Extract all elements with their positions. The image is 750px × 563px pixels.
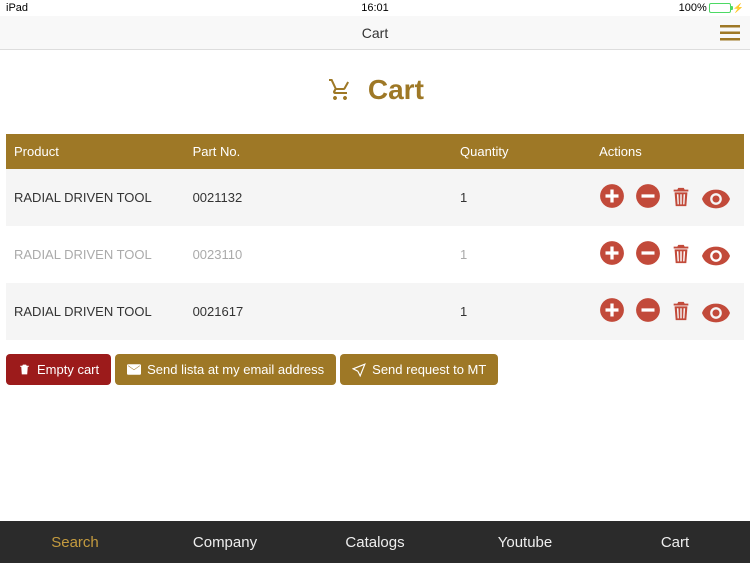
trash-icon	[670, 242, 692, 266]
th-actions: Actions	[591, 134, 744, 169]
tab-cart[interactable]: Cart	[600, 521, 750, 563]
page-title: Cart	[0, 74, 750, 106]
trash-icon	[670, 299, 692, 323]
tab-search-label: Search	[51, 534, 99, 551]
th-partno: Part No.	[185, 134, 452, 169]
view-button[interactable]	[702, 189, 730, 209]
tab-catalogs[interactable]: Catalogs	[300, 521, 450, 563]
menu-button[interactable]	[720, 25, 740, 41]
tab-search[interactable]: Search	[0, 521, 150, 563]
minus-circle-icon	[635, 240, 661, 266]
eye-icon	[702, 246, 730, 266]
table-row: RADIAL DRIVEN TOOL 0021132 1	[6, 169, 744, 226]
minus-circle-icon	[635, 297, 661, 323]
cell-partno: 0021617	[185, 283, 452, 340]
delete-button[interactable]	[670, 242, 692, 266]
device-label: iPad	[6, 2, 28, 14]
decrement-button[interactable]	[635, 183, 661, 209]
decrement-button[interactable]	[635, 240, 661, 266]
paper-plane-icon	[352, 363, 366, 377]
cell-actions	[591, 226, 744, 283]
delete-button[interactable]	[670, 299, 692, 323]
cell-quantity: 1	[452, 283, 591, 340]
th-product: Product	[6, 134, 185, 169]
cell-partno: 0021132	[185, 169, 452, 226]
delete-button[interactable]	[670, 185, 692, 209]
send-email-label: Send lista at my email address	[147, 362, 324, 377]
status-time: 16:01	[361, 2, 389, 14]
trash-icon	[670, 185, 692, 209]
cell-product: RADIAL DRIVEN TOOL	[6, 169, 185, 226]
empty-cart-label: Empty cart	[37, 362, 99, 377]
cell-quantity: 1	[452, 169, 591, 226]
empty-cart-button[interactable]: Empty cart	[6, 354, 111, 385]
table-header-row: Product Part No. Quantity Actions	[6, 134, 744, 169]
table-row: RADIAL DRIVEN TOOL 0021617 1	[6, 283, 744, 340]
send-email-button[interactable]: Send lista at my email address	[115, 354, 336, 385]
status-right: 100% ⚡	[679, 2, 744, 14]
cell-quantity: 1	[452, 226, 591, 283]
table-row: RADIAL DRIVEN TOOL 0023110 1	[6, 226, 744, 283]
tab-youtube[interactable]: Youtube	[450, 521, 600, 563]
cell-product: RADIAL DRIVEN TOOL	[6, 226, 185, 283]
battery-icon	[709, 3, 731, 13]
decrement-button[interactable]	[635, 297, 661, 323]
view-button[interactable]	[702, 246, 730, 266]
tab-company-label: Company	[193, 534, 257, 551]
view-button[interactable]	[702, 303, 730, 323]
plus-circle-icon	[599, 297, 625, 323]
send-mt-label: Send request to MT	[372, 362, 486, 377]
cart-icon	[326, 74, 362, 105]
page-title-text: Cart	[368, 74, 424, 105]
bottom-nav: Search Company Catalogs Youtube Cart	[0, 521, 750, 563]
eye-icon	[702, 303, 730, 323]
cell-product: RADIAL DRIVEN TOOL	[6, 283, 185, 340]
cell-actions	[591, 169, 744, 226]
cell-actions	[591, 283, 744, 340]
increment-button[interactable]	[599, 297, 625, 323]
envelope-icon	[127, 364, 141, 375]
increment-button[interactable]	[599, 183, 625, 209]
trash-icon	[18, 363, 31, 376]
nav-title: Cart	[362, 25, 388, 41]
button-row: Empty cart Send lista at my email addres…	[6, 354, 744, 385]
content: Cart Product Part No. Quantity Actions R…	[0, 50, 750, 521]
battery-percent: 100%	[679, 2, 707, 14]
hamburger-icon	[720, 25, 740, 41]
send-mt-button[interactable]: Send request to MT	[340, 354, 498, 385]
eye-icon	[702, 189, 730, 209]
increment-button[interactable]	[599, 240, 625, 266]
cell-partno: 0023110	[185, 226, 452, 283]
tab-company[interactable]: Company	[150, 521, 300, 563]
plus-circle-icon	[599, 183, 625, 209]
cart-table: Product Part No. Quantity Actions RADIAL…	[6, 134, 744, 340]
nav-bar: Cart	[0, 16, 750, 50]
tab-youtube-label: Youtube	[498, 534, 553, 551]
status-bar: iPad 16:01 100% ⚡	[0, 0, 750, 16]
th-quantity: Quantity	[452, 134, 591, 169]
tab-catalogs-label: Catalogs	[345, 534, 404, 551]
charging-icon: ⚡	[733, 3, 744, 14]
tab-cart-label: Cart	[661, 534, 689, 551]
plus-circle-icon	[599, 240, 625, 266]
minus-circle-icon	[635, 183, 661, 209]
